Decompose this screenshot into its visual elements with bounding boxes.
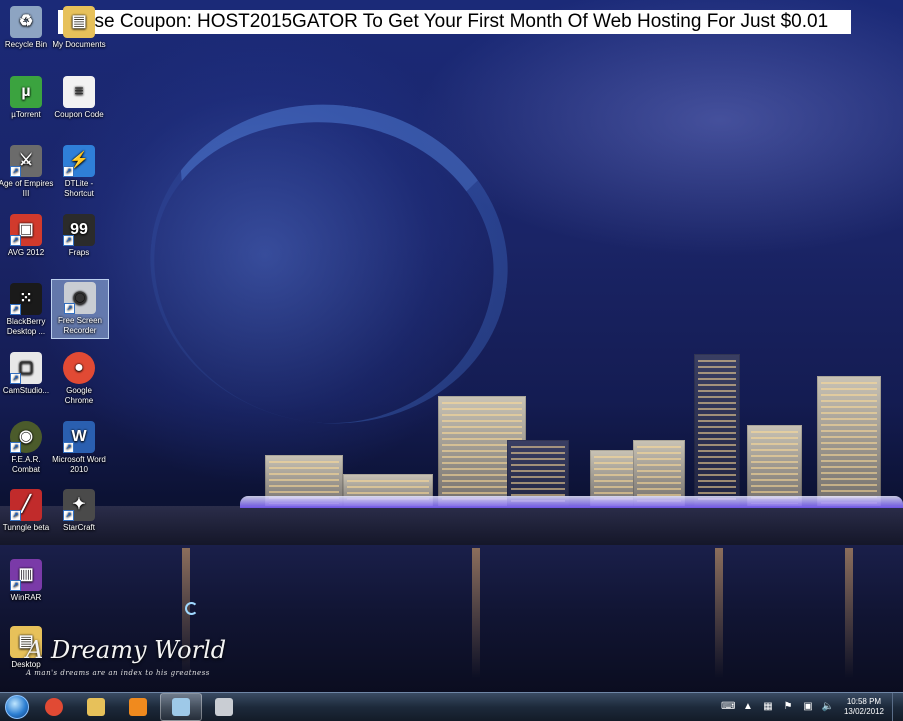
- desktop-wallpaper: [0, 0, 903, 692]
- age-of-empires-icon: ⚔ ↗: [10, 145, 42, 177]
- desktop-icon-blackberry[interactable]: ⁙ ↗ BlackBerry Desktop ...: [0, 281, 54, 337]
- desktop-icon-coupon-code[interactable]: ≡ Coupon Code: [51, 74, 107, 120]
- taskbar-item-media-player[interactable]: [118, 694, 158, 720]
- shortcut-arrow-icon: ↗: [10, 373, 21, 384]
- keyboard-icon[interactable]: ⌨: [721, 700, 735, 714]
- shortcut-arrow-icon: ↗: [63, 166, 74, 177]
- taskbar-item-explorer[interactable]: [76, 694, 116, 720]
- shortcut-arrow-icon: ↗: [63, 442, 74, 453]
- wallpaper-watermark-title: A Dreamy World: [26, 636, 227, 664]
- busy-cursor-icon: [185, 602, 198, 615]
- clock-time: 10:58 PM: [846, 697, 882, 706]
- text-document-icon: ≡: [63, 76, 95, 108]
- media-player-icon: [129, 698, 147, 716]
- shortcut-arrow-icon: ↗: [10, 166, 21, 177]
- desktop-icon-fear-combat[interactable]: ◉ ↗ F.E.A.R. Combat: [0, 419, 54, 475]
- desktop-icon-avg[interactable]: ▣ ↗ AVG 2012: [0, 212, 54, 258]
- windows-logo-icon: [5, 695, 29, 719]
- light-reflection: [715, 548, 723, 678]
- city-tower: [694, 354, 740, 510]
- coupon-banner: Use Coupon: HOST2015GATOR To Get Your Fi…: [58, 10, 851, 34]
- recycle-bin-icon: ♻: [10, 6, 42, 38]
- shoreline: [0, 506, 903, 546]
- shortcut-arrow-icon: ↗: [64, 303, 75, 314]
- shortcut-arrow-icon: ↗: [10, 304, 21, 315]
- desktop-icon-fraps[interactable]: 99 ↗ Fraps: [51, 212, 107, 258]
- wallpaper-watermark-subtitle: A man's dreams are an index to his great…: [26, 669, 210, 677]
- camera-icon: ◉ ↗: [64, 282, 96, 314]
- chrome-icon: [45, 698, 63, 716]
- desktop-icon-age-of-empires[interactable]: ⚔ ↗ Age of Empires III: [0, 143, 54, 199]
- shortcut-arrow-icon: ↗: [10, 235, 21, 246]
- taskbar-item-screen-recorder[interactable]: [204, 694, 244, 720]
- folder-icon: [87, 698, 105, 716]
- light-reflection: [472, 548, 480, 678]
- winrar-icon: ▥ ↗: [10, 559, 42, 591]
- desktop-icon-recycle-bin[interactable]: ♻ Recycle Bin: [0, 4, 54, 50]
- window-icon: [172, 698, 190, 716]
- blackberry-icon: ⁙ ↗: [10, 283, 42, 315]
- desktop-icon-free-screen-recorder[interactable]: ◉ ↗ Free Screen Recorder: [51, 279, 109, 339]
- light-reflection: [845, 548, 853, 678]
- camera-icon: [215, 698, 233, 716]
- desktop-icon-winrar[interactable]: ▥ ↗ WinRAR: [0, 557, 54, 603]
- system-tray: ⌨ ▲ ▦ ⚑ ▣ 🔈 10:58 PM 13/02/2012: [718, 693, 903, 721]
- taskbar-item-active-window[interactable]: [160, 693, 202, 721]
- daemon-tools-icon: ⚡ ↗: [63, 145, 95, 177]
- desktop-icon-dtlite[interactable]: ⚡ ↗ DTLite - Shortcut: [51, 143, 107, 199]
- folder-icon: ▤: [63, 6, 95, 38]
- shortcut-arrow-icon: ↗: [63, 235, 74, 246]
- show-desktop-button[interactable]: [892, 693, 903, 721]
- shortcut-arrow-icon: ↗: [63, 510, 74, 521]
- display-icon[interactable]: ▣: [801, 700, 815, 714]
- tunngle-icon: ╱ ↗: [10, 489, 42, 521]
- taskbar: ⌨ ▲ ▦ ⚑ ▣ 🔈 10:58 PM 13/02/2012: [0, 692, 903, 721]
- desktop-icon-starcraft[interactable]: ✦ ↗ StarCraft: [51, 487, 107, 533]
- desktop-icon-camstudio[interactable]: ▢ ↗ CamStudio...: [0, 350, 54, 396]
- network-icon[interactable]: ▦: [761, 700, 775, 714]
- utorrent-icon: µ: [10, 76, 42, 108]
- show-hidden-icons-icon[interactable]: ▲: [741, 700, 755, 714]
- word-icon: W ↗: [63, 421, 95, 453]
- desktop-icon-google-chrome[interactable]: ● Google Chrome: [51, 350, 107, 406]
- clock[interactable]: 10:58 PM 13/02/2012: [838, 697, 892, 717]
- start-button[interactable]: [0, 693, 34, 721]
- shortcut-arrow-icon: ↗: [10, 580, 21, 591]
- desktop-icon-microsoft-word[interactable]: W ↗ Microsoft Word 2010: [51, 419, 107, 475]
- city-tower: [817, 376, 881, 510]
- action-center-flag-icon[interactable]: ⚑: [781, 700, 795, 714]
- moon-ring-decoration: [129, 81, 529, 447]
- shortcut-arrow-icon: ↗: [10, 442, 21, 453]
- desktop-icon-utorrent[interactable]: µ µTorrent: [0, 74, 54, 120]
- clock-date: 13/02/2012: [843, 707, 884, 716]
- avg-icon: ▣ ↗: [10, 214, 42, 246]
- chrome-icon: ●: [63, 352, 95, 384]
- starcraft-icon: ✦ ↗: [63, 489, 95, 521]
- desktop-icon-tunngle[interactable]: ╱ ↗ Tunngle beta: [0, 487, 54, 533]
- fear-combat-icon: ◉ ↗: [10, 421, 42, 453]
- volume-icon[interactable]: 🔈: [821, 700, 835, 714]
- desktop-icon-my-documents[interactable]: ▤ My Documents: [51, 4, 107, 50]
- shortcut-arrow-icon: ↗: [10, 510, 21, 521]
- camstudio-icon: ▢ ↗: [10, 352, 42, 384]
- lit-bridge: [240, 496, 903, 508]
- fraps-icon: 99 ↗: [63, 214, 95, 246]
- taskbar-item-chrome[interactable]: [34, 694, 74, 720]
